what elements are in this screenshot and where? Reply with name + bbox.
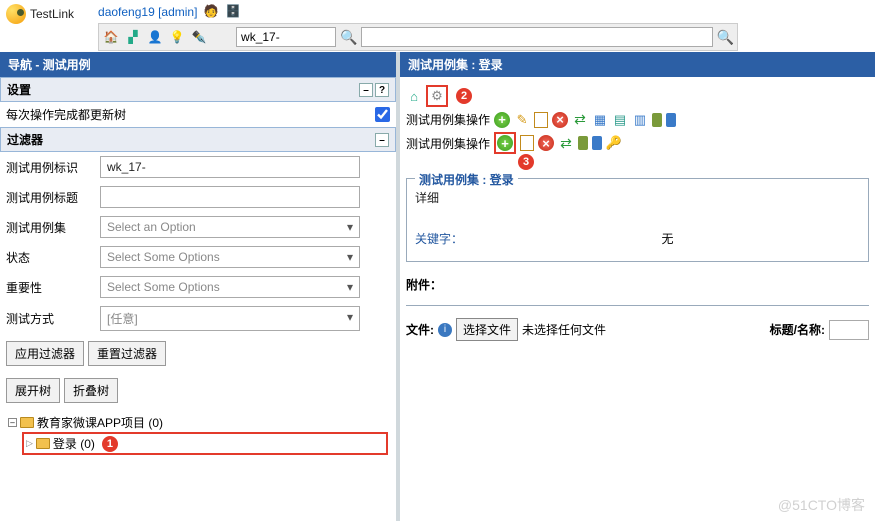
- add-tc-icon[interactable]: +: [497, 135, 513, 151]
- info-icon[interactable]: i: [438, 323, 452, 337]
- tc-id-input[interactable]: [100, 156, 360, 178]
- title-name-label: 标题/名称:: [770, 321, 825, 338]
- refresh-row: 每次操作完成都更新树: [0, 102, 396, 127]
- user-icon[interactable]: 🧑: [203, 4, 219, 20]
- no-file-label: 未选择任何文件: [522, 321, 606, 338]
- edit-icon[interactable]: ✎: [514, 112, 530, 128]
- move-tc-icon[interactable]: ⇄: [558, 135, 574, 151]
- apply-filter-button[interactable]: 应用过滤器: [6, 341, 84, 366]
- tree-child-login[interactable]: ▷ 登录 (0) 1: [22, 432, 388, 455]
- field-label-importance: 重要性: [6, 279, 92, 296]
- import-tc-icon[interactable]: [592, 136, 602, 150]
- watermark: @51CTO博客: [778, 495, 865, 515]
- importance-select[interactable]: Select Some Options: [100, 276, 360, 298]
- username-label: daofeng19 [admin]: [98, 5, 197, 19]
- folder-icon: [20, 417, 34, 428]
- field-label-status: 状态: [6, 249, 92, 266]
- tree-toggle-icon[interactable]: –: [8, 418, 17, 427]
- bulb-icon[interactable]: 💡: [168, 28, 186, 46]
- delete-tc-icon[interactable]: ×: [538, 135, 554, 151]
- reset-filter-button[interactable]: 重置过滤器: [88, 341, 166, 366]
- expand-tree-button[interactable]: 展开树: [6, 378, 60, 403]
- report-icon[interactable]: ▥: [632, 112, 648, 128]
- list-icon[interactable]: ▤: [612, 112, 628, 128]
- keywords-value: 无: [475, 230, 860, 247]
- export-icon[interactable]: [652, 113, 662, 127]
- add-icon[interactable]: +: [494, 112, 510, 128]
- home-icon[interactable]: ⌂: [406, 88, 422, 104]
- right-title-bar: 测试用例集 : 登录: [400, 52, 875, 77]
- collapse-tree-button[interactable]: 折叠树: [64, 378, 118, 403]
- app-logo: TestLink: [6, 4, 74, 24]
- collapse-icon-2[interactable]: –: [375, 133, 389, 147]
- db-icon[interactable]: 🗄️: [225, 4, 241, 20]
- chart-icon[interactable]: ▞: [124, 28, 142, 46]
- folder-icon: [36, 438, 50, 449]
- copy-tc-icon[interactable]: [520, 135, 534, 151]
- detail-label: 详细: [415, 189, 860, 206]
- toolbar-search-input-2[interactable]: [361, 27, 712, 47]
- keywords-label: 关键字：: [415, 230, 475, 247]
- left-title-bar: 导航 - 测试用例: [0, 52, 396, 77]
- field-label-id: 测试用例标识: [6, 159, 92, 176]
- tc-title-input[interactable]: [100, 186, 360, 208]
- method-select[interactable]: [任意]: [100, 306, 360, 331]
- search-icon-2[interactable]: 🔍: [717, 29, 734, 46]
- status-select[interactable]: Select Some Options: [100, 246, 360, 268]
- field-label-method: 测试方式: [6, 310, 92, 327]
- home-icon[interactable]: 🏠: [102, 28, 120, 46]
- suite-ops-label-1: 测试用例集操作: [406, 111, 490, 128]
- tree-expand-icon[interactable]: ▷: [26, 438, 33, 449]
- suite-select[interactable]: Select an Option: [100, 216, 360, 238]
- toolbar-search-input[interactable]: [236, 27, 336, 47]
- delete-icon[interactable]: ×: [552, 112, 568, 128]
- help-icon[interactable]: ?: [375, 83, 389, 97]
- collapse-icon[interactable]: –: [359, 83, 373, 97]
- suite-fieldset: 测试用例集 : 登录 详细 关键字： 无: [406, 178, 869, 262]
- title-name-input[interactable]: [829, 320, 869, 340]
- key-icon[interactable]: 🔑: [606, 135, 622, 151]
- table-icon[interactable]: ▦: [592, 112, 608, 128]
- copy-icon[interactable]: [534, 112, 548, 128]
- annotation-badge-1: 1: [102, 436, 118, 452]
- gear-icon[interactable]: ⚙: [429, 88, 445, 104]
- feather-icon[interactable]: ✒️: [190, 28, 208, 46]
- move-icon[interactable]: ⇄: [572, 112, 588, 128]
- tree-root[interactable]: – 教育家微课APP项目 (0): [8, 413, 388, 432]
- export-tc-icon[interactable]: [578, 136, 588, 150]
- search-icon-1[interactable]: 🔍: [340, 29, 357, 46]
- file-label: 文件:: [406, 321, 434, 338]
- annotation-badge-3: 3: [518, 154, 534, 170]
- testcase-tree: – 教育家微课APP项目 (0) ▷ 登录 (0) 1: [0, 409, 396, 459]
- suite-legend: 测试用例集 : 登录: [415, 171, 518, 188]
- filters-header: 过滤器 –: [0, 127, 396, 152]
- field-label-suite: 测试用例集: [6, 219, 92, 236]
- field-label-title: 测试用例标题: [6, 189, 92, 206]
- annotation-badge-2: 2: [456, 88, 472, 104]
- attachments-label: 附件：: [406, 276, 442, 293]
- suite-ops-label-2: 测试用例集操作: [406, 135, 490, 152]
- choose-file-button[interactable]: 选择文件: [456, 318, 518, 341]
- top-toolbar: 🏠 ▞ 👤 💡 ✒️ 🔍 🔍: [98, 23, 738, 51]
- refresh-checkbox[interactable]: [375, 107, 390, 122]
- settings-header: 设置 –?: [0, 77, 396, 102]
- import-icon[interactable]: [666, 113, 676, 127]
- user-profile-icon[interactable]: 👤: [146, 28, 164, 46]
